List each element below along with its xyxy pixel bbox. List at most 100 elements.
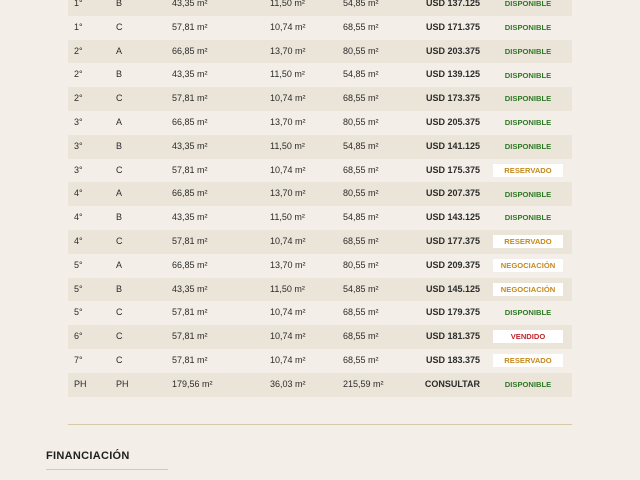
superficie-descubierta-cell: 10,74 m² — [270, 307, 306, 318]
superficie-descubierta-cell: 36,03 m² — [270, 378, 306, 389]
superficie-total-cell: 54,85 m² — [343, 140, 379, 151]
piso-cell: 4° — [74, 212, 83, 223]
unidad-cell: A — [116, 116, 123, 127]
table-row: 2° C 57,81 m² 10,74 m² 68,55 m² USD 173.375 DI… — [68, 87, 572, 111]
status-badge: NEGOCIACIÓN — [493, 258, 563, 272]
table-row: 5° B 43,35 m² 11,50 m² 54,85 m² USD 145.125 NE… — [68, 277, 572, 302]
piso-cell: 5° — [74, 259, 83, 270]
piso-cell: 3° — [74, 164, 83, 175]
unidad-cell: B — [116, 69, 123, 80]
table-row: 2° B 43,35 m² 11,50 m² 54,85 m² USD 139.125 DI… — [68, 63, 572, 87]
piso-cell: 5° — [74, 307, 83, 318]
precio-cell: USD 175.375 — [425, 164, 480, 175]
precio-cell: USD 173.375 — [425, 93, 480, 104]
superficie-total-cell: 54,85 m² — [343, 0, 379, 8]
status-badge: RESERVADO — [493, 354, 563, 368]
table-row: 3° C 57,81 m² 10,74 m² 68,55 m² USD 175.375 RE… — [68, 159, 572, 183]
superficie-descubierta-cell: 13,70 m² — [270, 45, 306, 56]
superficie-cubierta-cell: 57,81 m² — [172, 354, 208, 365]
precio-cell: USD 143.125 — [425, 212, 480, 223]
estado-cell: DISPONIBLE — [492, 16, 564, 40]
estado-cell: DISPONIBLE — [492, 40, 564, 64]
piso-cell: 3° — [74, 116, 83, 127]
table-row: 2° A 66,85 m² 13,70 m² 80,55 m² USD 203.375 DI… — [68, 39, 572, 64]
superficie-descubierta-cell: 10,74 m² — [270, 354, 306, 365]
precio-cell: USD 181.375 — [425, 331, 480, 342]
status-badge: DISPONIBLE — [504, 379, 552, 389]
precio-cell: USD 171.375 — [425, 21, 480, 32]
table-row: 7° C 57,81 m² 10,74 m² 68,55 m² USD 183.375 RE… — [68, 349, 572, 373]
unidad-cell: B — [116, 212, 123, 223]
estado-cell: DISPONIBLE — [492, 135, 564, 159]
estado-cell: DISPONIBLE — [492, 373, 564, 397]
superficie-cubierta-cell: 66,85 m² — [172, 259, 208, 270]
table-row: 3° A 66,85 m² 13,70 m² 80,55 m² USD 205.375 DI… — [68, 111, 572, 135]
superficie-total-cell: 215,59 m² — [343, 378, 384, 389]
precio-cell: USD 141.125 — [425, 140, 480, 151]
table-row: 6° C 57,81 m² 10,74 m² 68,55 m² USD 181.375 VE… — [68, 325, 572, 349]
unidad-cell: C — [116, 21, 123, 32]
precio-cell: CONSULTAR — [424, 378, 480, 389]
superficie-cubierta-cell: 43,35 m² — [172, 0, 208, 8]
table-row: 3° B 43,35 m² 11,50 m² 54,85 m² USD 141.125 DI… — [68, 134, 572, 159]
unidad-cell: C — [116, 235, 123, 246]
superficie-descubierta-cell: 10,74 m² — [270, 21, 306, 32]
table-row: PH PH 179,56 m² 36,03 m² 215,59 m² CONSULTAR D… — [68, 372, 572, 397]
superficie-total-cell: 80,55 m² — [343, 116, 379, 127]
superficie-total-cell: 68,55 m² — [343, 354, 379, 365]
estado-cell: RESERVADO — [492, 159, 564, 183]
piso-cell: PH — [74, 378, 87, 389]
estado-cell: DISPONIBLE — [492, 206, 564, 230]
superficie-descubierta-cell: 13,70 m² — [270, 188, 306, 199]
piso-cell: 1° — [74, 0, 83, 8]
unidad-cell: A — [116, 259, 123, 270]
piso-cell: 2° — [74, 69, 83, 80]
financiacion-heading: FINANCIACIÓN — [46, 450, 130, 462]
superficie-descubierta-cell: 11,50 m² — [270, 69, 305, 80]
superficie-cubierta-cell: 43,35 m² — [172, 140, 208, 151]
precio-cell: USD 179.375 — [425, 307, 480, 318]
table-row: 4° A 66,85 m² 13,70 m² 80,55 m² USD 207.375 DI… — [68, 182, 572, 207]
precio-cell: USD 203.375 — [425, 45, 480, 56]
table-row: 5° C 57,81 m² 10,74 m² 68,55 m² USD 179.375 DI… — [68, 301, 572, 325]
superficie-descubierta-cell: 11,50 m² — [270, 0, 305, 8]
estado-cell: RESERVADO — [492, 349, 564, 373]
estado-cell: DISPONIBLE — [492, 0, 564, 16]
status-badge: DISPONIBLE — [504, 0, 552, 9]
status-badge: RESERVADO — [493, 235, 563, 249]
status-badge: DISPONIBLE — [504, 141, 552, 151]
piso-cell: 2° — [74, 93, 83, 104]
unidad-cell: B — [116, 140, 123, 151]
superficie-descubierta-cell: 11,50 m² — [270, 283, 305, 294]
precio-cell: USD 177.375 — [425, 235, 480, 246]
unidad-cell: C — [116, 93, 123, 104]
superficie-cubierta-cell: 57,81 m² — [172, 164, 208, 175]
unidad-cell: C — [116, 164, 123, 175]
precio-cell: USD 183.375 — [425, 354, 480, 365]
superficie-total-cell: 80,55 m² — [343, 259, 379, 270]
status-badge: RESERVADO — [493, 163, 563, 177]
unidad-cell: C — [116, 331, 123, 342]
superficie-cubierta-cell: 57,81 m² — [172, 307, 208, 318]
estado-cell: DISPONIBLE — [492, 111, 564, 135]
piso-cell: 2° — [74, 45, 83, 56]
superficie-descubierta-cell: 10,74 m² — [270, 93, 306, 104]
superficie-descubierta-cell: 10,74 m² — [270, 331, 306, 342]
status-badge: DISPONIBLE — [504, 46, 552, 56]
status-badge: DISPONIBLE — [504, 308, 552, 318]
superficie-total-cell: 54,85 m² — [343, 69, 379, 80]
unidad-cell: PH — [116, 378, 129, 389]
superficie-total-cell: 68,55 m² — [343, 21, 379, 32]
superficie-descubierta-cell: 13,70 m² — [270, 116, 306, 127]
superficie-total-cell: 54,85 m² — [343, 283, 379, 294]
superficie-cubierta-cell: 57,81 m² — [172, 331, 208, 342]
estado-cell: NEGOCIACIÓN — [492, 278, 564, 302]
superficie-cubierta-cell: 66,85 m² — [172, 45, 208, 56]
piso-cell: 7° — [74, 354, 83, 365]
table-row: 4° C 57,81 m² 10,74 m² 68,55 m² USD 177.375 RE… — [68, 229, 572, 254]
superficie-total-cell: 54,85 m² — [343, 212, 379, 223]
unidad-cell: C — [116, 354, 123, 365]
superficie-cubierta-cell: 57,81 m² — [172, 93, 208, 104]
superficie-cubierta-cell: 43,35 m² — [172, 283, 208, 294]
superficie-total-cell: 68,55 m² — [343, 235, 379, 246]
